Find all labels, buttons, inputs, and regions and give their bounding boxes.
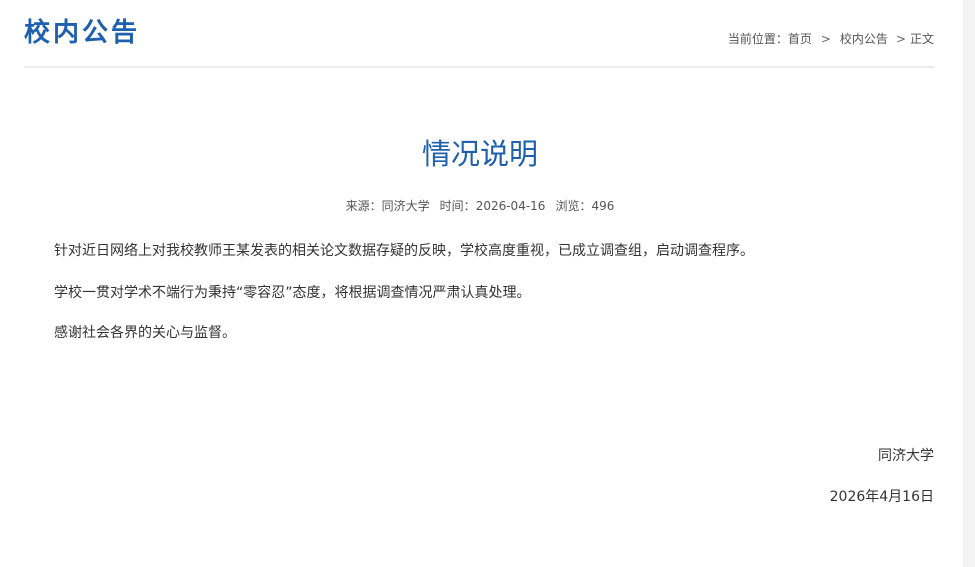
breadcrumb-separator: > — [820, 32, 831, 46]
header: 校内公告 当前位置：首页 > 校内公告 > 正文 — [24, 0, 934, 68]
page: 校内公告 当前位置：首页 > 校内公告 > 正文 情况说明 来源：同济大学 时间：2026… — [0, 0, 975, 567]
meta-source-label: 来源： — [345, 199, 382, 213]
article-paragraph: 学校一贯对学术不端行为秉持“零容忍”态度，将根据调查情况严肃认真处理。 — [54, 285, 531, 301]
article-meta: 来源：同济大学 时间：2026-04-16 浏览：496 — [0, 200, 960, 212]
scrollbar-track[interactable] — [963, 0, 975, 567]
breadcrumb-separator: > — [895, 32, 906, 46]
meta-views-label: 浏览： — [555, 199, 592, 213]
section-title: 校内公告 — [24, 18, 141, 48]
signature-date: 2026年4月16日 — [829, 489, 934, 505]
signature-org: 同济大学 — [878, 448, 934, 464]
breadcrumb-home-link[interactable]: 首页 — [788, 33, 812, 45]
meta-source: 同济大学 — [381, 199, 430, 213]
meta-time-label: 时间： — [439, 199, 476, 213]
article-title: 情况说明 — [421, 137, 538, 171]
article-paragraph: 感谢社会各界的关心与监督。 — [54, 325, 236, 341]
meta-views: 496 — [591, 199, 615, 213]
breadcrumb: 当前位置：首页 > 校内公告 > 正文 — [728, 33, 934, 45]
article-paragraph: 针对近日网络上对我校教师王某发表的相关论文数据存疑的反映，学校高度重视，已成立调… — [54, 243, 754, 259]
breadcrumb-section-link[interactable]: 校内公告 — [840, 33, 888, 45]
breadcrumb-current: 正文 — [909, 32, 934, 46]
breadcrumb-prefix: 当前位置： — [727, 32, 788, 46]
meta-time: 2026-04-16 — [475, 199, 546, 213]
